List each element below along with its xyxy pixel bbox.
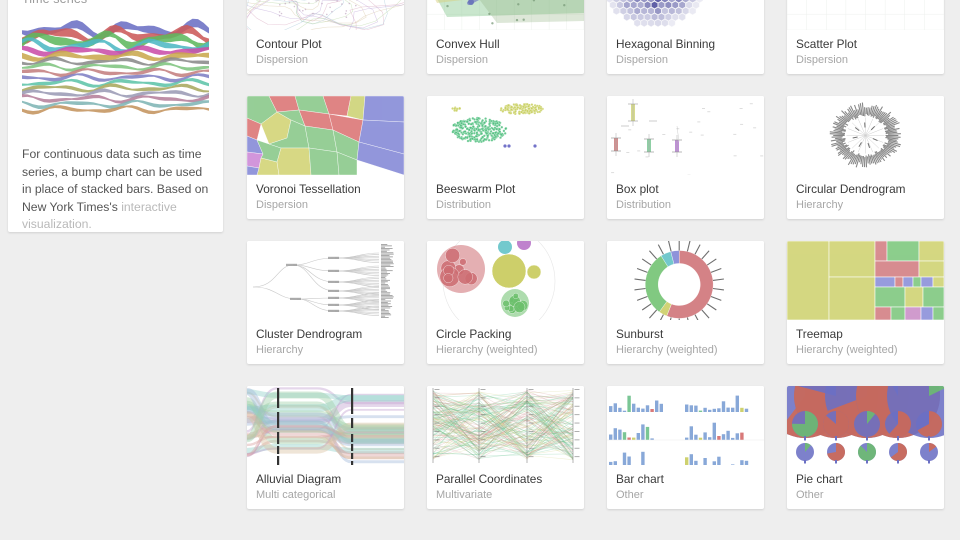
chart-card-subtitle: Multi categorical bbox=[256, 489, 336, 501]
chart-card-meta: Bar chart Other bbox=[607, 465, 764, 502]
chart-card-title: Circular Dendrogram bbox=[796, 182, 906, 196]
detail-panel[interactable]: Time series For continuous data such as … bbox=[8, 0, 223, 232]
chart-card-subtitle: Dispersion bbox=[256, 54, 308, 66]
contour-thumbnail bbox=[247, 0, 404, 30]
chart-card[interactable]: Sunburst Hierarchy (weighted) bbox=[607, 241, 764, 364]
chart-card-subtitle: Other bbox=[616, 489, 644, 501]
chart-card-meta: Convex Hull Dispersion bbox=[427, 30, 584, 67]
chart-card-title: Scatter Plot bbox=[796, 37, 857, 51]
hexbin-thumbnail bbox=[607, 0, 764, 30]
voronoi-thumbnail bbox=[247, 96, 404, 175]
chart-card[interactable]: Box plot Distribution bbox=[607, 96, 764, 219]
chart-card-title: Hexagonal Binning bbox=[616, 37, 716, 51]
chart-card-subtitle: Distribution bbox=[436, 199, 492, 211]
sunburst-thumbnail bbox=[607, 241, 764, 320]
chart-card-meta: Alluvial Diagram Multi categorical bbox=[247, 465, 404, 502]
circdendro-thumbnail bbox=[787, 96, 944, 175]
chart-card-title: Parallel Coordinates bbox=[436, 472, 543, 486]
chart-card[interactable]: Circle Packing Hierarchy (weighted) bbox=[427, 241, 584, 364]
detail-description-body: For continuous data such as time series,… bbox=[22, 147, 209, 214]
chart-card-meta: Treemap Hierarchy (weighted) bbox=[787, 320, 944, 357]
chart-card[interactable]: Cluster Dendrogram Hierarchy bbox=[247, 241, 404, 364]
chart-card-meta: Parallel Coordinates Multivariate bbox=[427, 465, 584, 502]
chart-type-card-grid: Contour Plot Dispersion Convex Hull Dispers… bbox=[247, 0, 960, 509]
chart-card[interactable]: Circular Dendrogram Hierarchy bbox=[787, 96, 944, 219]
chart-card[interactable]: Hexagonal Binning Dispersion bbox=[607, 0, 764, 74]
chart-card-meta: Circular Dendrogram Hierarchy bbox=[787, 175, 944, 212]
viz-gallery-page: Time series For continuous data such as … bbox=[0, 0, 960, 540]
chart-card-subtitle: Hierarchy (weighted) bbox=[796, 344, 898, 356]
chart-card-subtitle: Dispersion bbox=[436, 54, 488, 66]
circlepack-thumbnail bbox=[427, 241, 584, 320]
chart-card-subtitle: Dispersion bbox=[256, 199, 308, 211]
treemap-thumbnail bbox=[787, 241, 944, 320]
chart-card-title: Treemap bbox=[796, 327, 843, 341]
chart-card-meta: Box plot Distribution bbox=[607, 175, 764, 212]
chart-card-subtitle: Dispersion bbox=[796, 54, 848, 66]
chart-card-title: Circle Packing bbox=[436, 327, 512, 341]
chart-card-title: Pie chart bbox=[796, 472, 843, 486]
chart-card[interactable]: Scatter Plot Dispersion bbox=[787, 0, 944, 74]
chart-card-title: Beeswarm Plot bbox=[436, 182, 516, 196]
chart-card-title: Sunburst bbox=[616, 327, 664, 341]
chart-card-title: Contour Plot bbox=[256, 37, 322, 51]
chart-card-subtitle: Hierarchy bbox=[796, 199, 844, 211]
chart-card[interactable]: Alluvial Diagram Multi categorical bbox=[247, 386, 404, 509]
chart-card-meta: Circle Packing Hierarchy (weighted) bbox=[427, 320, 584, 357]
chart-card-meta: Contour Plot Dispersion bbox=[247, 30, 404, 67]
chart-card[interactable]: Voronoi Tessellation Dispersion bbox=[247, 96, 404, 219]
chart-card-subtitle: Other bbox=[796, 489, 824, 501]
parcoords-thumbnail bbox=[427, 386, 584, 465]
chart-card[interactable]: Bar chart Other bbox=[607, 386, 764, 509]
chart-card-title: Voronoi Tessellation bbox=[256, 182, 361, 196]
alluvial-thumbnail bbox=[247, 386, 404, 465]
chart-card-subtitle: Hierarchy (weighted) bbox=[436, 344, 538, 356]
chart-card[interactable]: Contour Plot Dispersion bbox=[247, 0, 404, 74]
chart-card[interactable]: Convex Hull Dispersion bbox=[427, 0, 584, 74]
chart-card-meta: Cluster Dendrogram Hierarchy bbox=[247, 320, 404, 357]
chart-card[interactable]: Pie chart Other bbox=[787, 386, 944, 509]
chart-card[interactable]: Treemap Hierarchy (weighted) bbox=[787, 241, 944, 364]
chart-card-meta: Scatter Plot Dispersion bbox=[787, 30, 944, 67]
chart-card-meta: Voronoi Tessellation Dispersion bbox=[247, 175, 404, 212]
clusterdendro-thumbnail bbox=[247, 241, 404, 320]
chart-card-subtitle: Hierarchy bbox=[256, 344, 304, 356]
chart-card-title: Box plot bbox=[616, 182, 659, 196]
chart-card-title: Alluvial Diagram bbox=[256, 472, 342, 486]
chart-card[interactable]: Beeswarm Plot Distribution bbox=[427, 96, 584, 219]
beeswarm-thumbnail bbox=[427, 96, 584, 175]
chart-card-title: Cluster Dendrogram bbox=[256, 327, 363, 341]
chart-card-meta: Hexagonal Binning Dispersion bbox=[607, 30, 764, 67]
chart-card-subtitle: Dispersion bbox=[616, 54, 668, 66]
chart-card-subtitle: Distribution bbox=[616, 199, 672, 211]
chart-card-subtitle: Hierarchy (weighted) bbox=[616, 344, 718, 356]
boxplot-thumbnail bbox=[607, 96, 764, 175]
chart-card-title: Bar chart bbox=[616, 472, 664, 486]
piechart-thumbnail bbox=[787, 386, 944, 465]
chart-card-subtitle: Multivariate bbox=[436, 489, 493, 501]
chart-card-meta: Beeswarm Plot Distribution bbox=[427, 175, 584, 212]
barchart-thumbnail bbox=[607, 386, 764, 465]
convexhull-thumbnail bbox=[427, 0, 584, 30]
chart-card[interactable]: Parallel Coordinates Multivariate bbox=[427, 386, 584, 509]
bump-chart-thumbnail bbox=[22, 14, 209, 126]
chart-card-meta: Pie chart Other bbox=[787, 465, 944, 502]
chart-card-title: Convex Hull bbox=[436, 37, 500, 51]
detail-description: For continuous data such as time series,… bbox=[22, 146, 211, 234]
detail-category-label: Time series bbox=[22, 0, 87, 6]
scatter-thumbnail bbox=[787, 0, 944, 30]
chart-card-meta: Sunburst Hierarchy (weighted) bbox=[607, 320, 764, 357]
